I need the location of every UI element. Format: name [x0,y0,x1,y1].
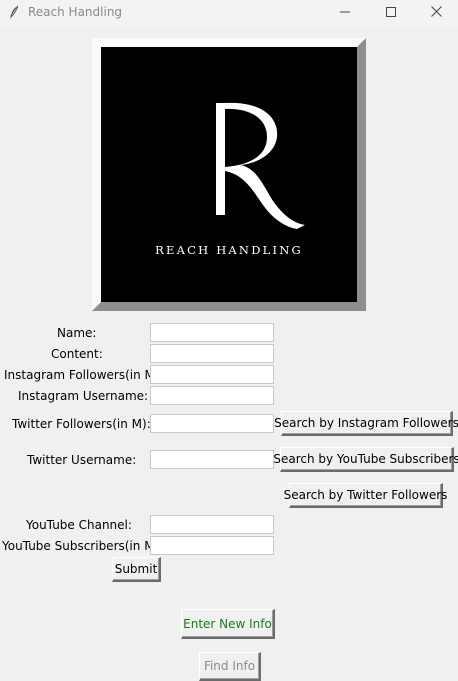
minimize-icon [340,6,350,20]
enter-new-info-button[interactable]: Enter New Info [181,609,275,639]
youtube-channel-label: YouTube Channel: [26,518,132,532]
search-instagram-button[interactable]: Search by Instagram Followers [274,411,458,436]
logo-r-letter [216,102,305,229]
search-twitter-button[interactable]: Search by Twitter Followers [284,483,447,508]
name-label: Name: [57,326,97,340]
logo: REACH HANDLING [101,47,357,302]
youtube-subscribers-label: YouTube Subscribers(in M): [2,539,164,553]
content-input[interactable] [150,344,274,363]
window-title: Reach Handling [28,5,123,19]
logo-frame: REACH HANDLING [92,38,366,311]
logo-wordmark: REACH HANDLING [155,243,303,257]
close-button[interactable] [413,0,458,26]
twitter-followers-label: Twitter Followers(in M): [12,417,151,431]
instagram-username-label: Instagram Username: [18,389,149,403]
feather-icon [8,5,20,21]
name-input[interactable] [150,323,274,342]
find-info-button[interactable]: Find Info [199,652,261,681]
maximize-icon [386,6,396,20]
twitter-followers-input[interactable] [150,414,274,433]
instagram-username-input[interactable] [150,386,274,405]
minimize-button[interactable] [322,0,368,26]
title-bar: Reach Handling [0,0,458,26]
search-youtube-button[interactable]: Search by YouTube Subscribers [273,447,458,472]
content-label: Content: [51,347,103,361]
youtube-channel-input[interactable] [150,515,274,534]
twitter-username-input[interactable] [150,450,274,469]
submit-button[interactable]: Submit [112,557,161,582]
instagram-followers-label: Instagram Followers(in M): [4,368,164,382]
twitter-username-label: Twitter Username: [27,453,137,467]
youtube-subscribers-input[interactable] [150,536,274,555]
close-icon [430,6,442,20]
maximize-button[interactable] [368,0,414,26]
instagram-followers-input[interactable] [150,365,274,384]
